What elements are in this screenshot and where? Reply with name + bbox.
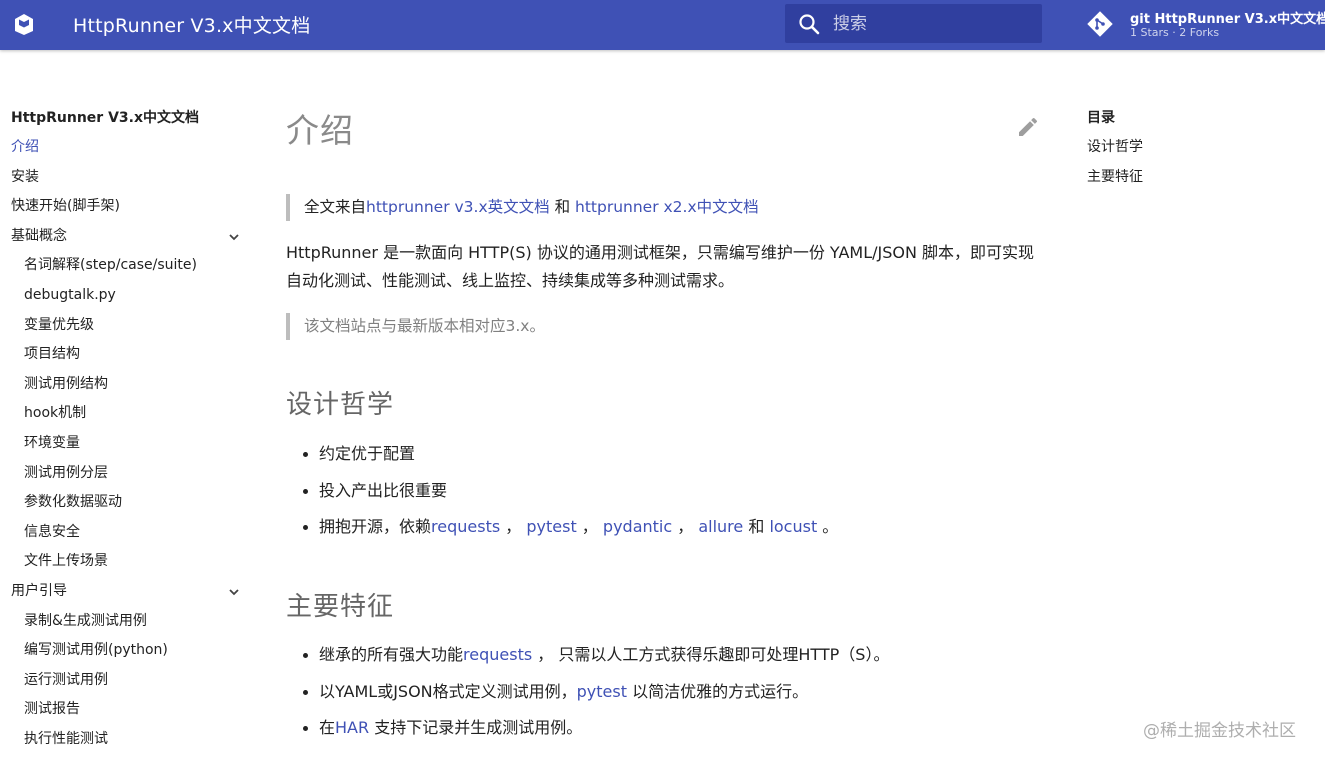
sidebar-item-label: 执行性能测试 xyxy=(24,730,108,747)
sidebar-item-label: 用户引导 xyxy=(11,582,67,599)
sidebar-item-label: 测试用例分层 xyxy=(24,464,108,481)
sidebar-item[interactable]: 用户引导 xyxy=(11,577,246,607)
sidebar-item[interactable]: 编写测试用例(python) xyxy=(11,636,246,666)
table-of-contents: 目录 设计哲学 主要特征 xyxy=(1087,104,1307,192)
sidebar-item-label: 名词解释(step/case/suite) xyxy=(24,257,197,274)
top-header: HttpRunner V3.x中文文档 git HttpRunner V3.x中… xyxy=(0,0,1325,50)
heading-main-features: 主要特征 xyxy=(286,592,395,622)
sidebar-item-label: 项目结构 xyxy=(24,346,80,363)
repo-stats: 1 Stars · 2 Forks xyxy=(1130,26,1220,39)
toc-item-design-philosophy[interactable]: 设计哲学 xyxy=(1087,133,1307,163)
source-quote: 全文来自httprunner v3.x英文文档 和 httprunner x2.… xyxy=(286,194,759,221)
link-httprunner-v2-cn[interactable]: httprunner x2.x中文文档 xyxy=(575,198,759,216)
chevron-down-icon[interactable] xyxy=(227,230,241,244)
link-pytest-2[interactable]: pytest xyxy=(577,682,627,701)
sidebar-item[interactable]: 执行性能测试 xyxy=(11,725,246,755)
link-requests-2[interactable]: requests xyxy=(463,645,532,664)
sidebar-item[interactable]: debugtalk.py xyxy=(11,281,246,311)
sidebar-item-label: debugtalk.py xyxy=(24,286,116,303)
chevron-down-icon[interactable] xyxy=(227,585,241,599)
sidebar-item-label: 介绍 xyxy=(11,139,39,155)
link-har[interactable]: HAR xyxy=(335,718,369,737)
sidebar-item[interactable]: hook机制 xyxy=(11,399,246,429)
sidebar-item[interactable]: 录制&生成测试用例 xyxy=(11,607,246,637)
nav-title[interactable]: HttpRunner V3.x中文文档 xyxy=(11,104,246,133)
sidebar-item[interactable]: 测试用例分层 xyxy=(11,459,246,489)
sidebar-item-label: 编写测试用例(python) xyxy=(24,642,168,659)
sidebar-item-label: 测试报告 xyxy=(24,701,80,718)
version-note: 该文档站点与最新版本相对应3.x。 xyxy=(286,313,545,340)
list-item: 投入产出比很重要 xyxy=(302,473,838,510)
link-pydantic[interactable]: pydantic xyxy=(603,517,672,536)
sidebar-item-label: 测试用例结构 xyxy=(24,375,108,392)
toc-title: 目录 xyxy=(1087,110,1115,126)
sidebar-item[interactable]: 文件上传场景 xyxy=(11,547,246,577)
edit-icon[interactable] xyxy=(1016,115,1040,139)
sidebar-item[interactable]: 介绍 xyxy=(11,133,246,163)
watermark: @稀土掘金技术社区 xyxy=(1143,721,1296,741)
sidebar-item[interactable]: 环境变量 xyxy=(11,429,246,459)
philosophy-list: 约定优于配置 投入产出比很重要 拥抱开源，依赖requests ， pytest… xyxy=(302,436,838,546)
list-item: 拥抱开源，依赖requests ， pytest ， pydantic ， al… xyxy=(302,509,838,546)
sidebar-item-label: hook机制 xyxy=(24,405,87,422)
sidebar-item-label: 环境变量 xyxy=(24,434,80,451)
quote-prefix: 全文来自 xyxy=(304,198,367,216)
sidebar-item[interactable]: 名词解释(step/case/suite) xyxy=(11,251,246,281)
sidebar-item-label: 变量优先级 xyxy=(24,316,94,333)
search-box[interactable] xyxy=(785,4,1042,43)
search-icon xyxy=(799,14,820,35)
heading-design-philosophy: 设计哲学 xyxy=(286,390,395,420)
link-allure[interactable]: allure xyxy=(698,517,743,536)
list-item: 约定优于配置 xyxy=(302,436,838,473)
sidebar-item-label: 录制&生成测试用例 xyxy=(24,612,147,629)
site-title[interactable]: HttpRunner V3.x中文文档 xyxy=(73,11,310,38)
features-list: 继承的所有强大功能requests ， 只需以人工方式获得乐趣即可处理HTTP（… xyxy=(302,637,889,747)
sidebar-item-label: 运行测试用例 xyxy=(24,671,108,688)
quote-middle: 和 xyxy=(549,198,576,216)
list-item: 在HAR 支持下记录并生成测试用例。 xyxy=(302,710,889,747)
sidebar-item-label: 文件上传场景 xyxy=(24,553,108,570)
sidebar-item-label: 参数化数据驱动 xyxy=(24,494,122,511)
sidebar-item[interactable]: 测试用例结构 xyxy=(11,370,246,400)
link-locust[interactable]: locust xyxy=(769,517,817,536)
list-item: 以YAML或JSON格式定义测试用例，pytest 以简洁优雅的方式运行。 xyxy=(302,674,889,711)
sidebar-item[interactable]: 基础概念 xyxy=(11,222,246,252)
sidebar-item[interactable]: 测试报告 xyxy=(11,695,246,725)
sidebar-item[interactable]: 运行测试用例 xyxy=(11,666,246,696)
page-title: 介绍 xyxy=(286,111,354,150)
sidebar-item-label: 快速开始(脚手架) xyxy=(11,198,120,215)
sidebar-item-label: 基础概念 xyxy=(11,227,67,244)
link-pytest[interactable]: pytest xyxy=(526,517,576,536)
git-icon xyxy=(1087,11,1113,37)
repo-name: git HttpRunner V3.x中文文档 xyxy=(1130,12,1325,27)
repo-link[interactable]: git HttpRunner V3.x中文文档 1 Stars · 2 Fork… xyxy=(1086,6,1325,44)
search-input[interactable] xyxy=(833,4,1033,43)
list-item: 继承的所有强大功能requests ， 只需以人工方式获得乐趣即可处理HTTP（… xyxy=(302,637,889,674)
sidebar-item[interactable]: 快速开始(脚手架) xyxy=(11,192,246,222)
sidebar-item[interactable]: 安装 xyxy=(11,163,246,193)
sidebar-item-label: 信息安全 xyxy=(24,523,80,540)
intro-paragraph: HttpRunner 是一款面向 HTTP(S) 协议的通用测试框架，只需编写维… xyxy=(286,243,1035,290)
sidebar-item[interactable]: 变量优先级 xyxy=(11,311,246,341)
sidebar-item[interactable]: 项目结构 xyxy=(11,340,246,370)
book-logo-icon[interactable] xyxy=(12,12,36,36)
toc-item-main-features[interactable]: 主要特征 xyxy=(1087,163,1307,193)
link-requests[interactable]: requests xyxy=(431,517,500,536)
sidebar-item[interactable]: 参数化数据驱动 xyxy=(11,488,246,518)
link-httprunner-v3-en[interactable]: httprunner v3.x英文文档 xyxy=(366,198,550,216)
sidebar-item[interactable]: 信息安全 xyxy=(11,518,246,548)
sidebar-nav: HttpRunner V3.x中文文档 介绍安装快速开始(脚手架) 基础概念名词解… xyxy=(11,104,246,754)
sidebar-item-label: 安装 xyxy=(11,168,39,185)
